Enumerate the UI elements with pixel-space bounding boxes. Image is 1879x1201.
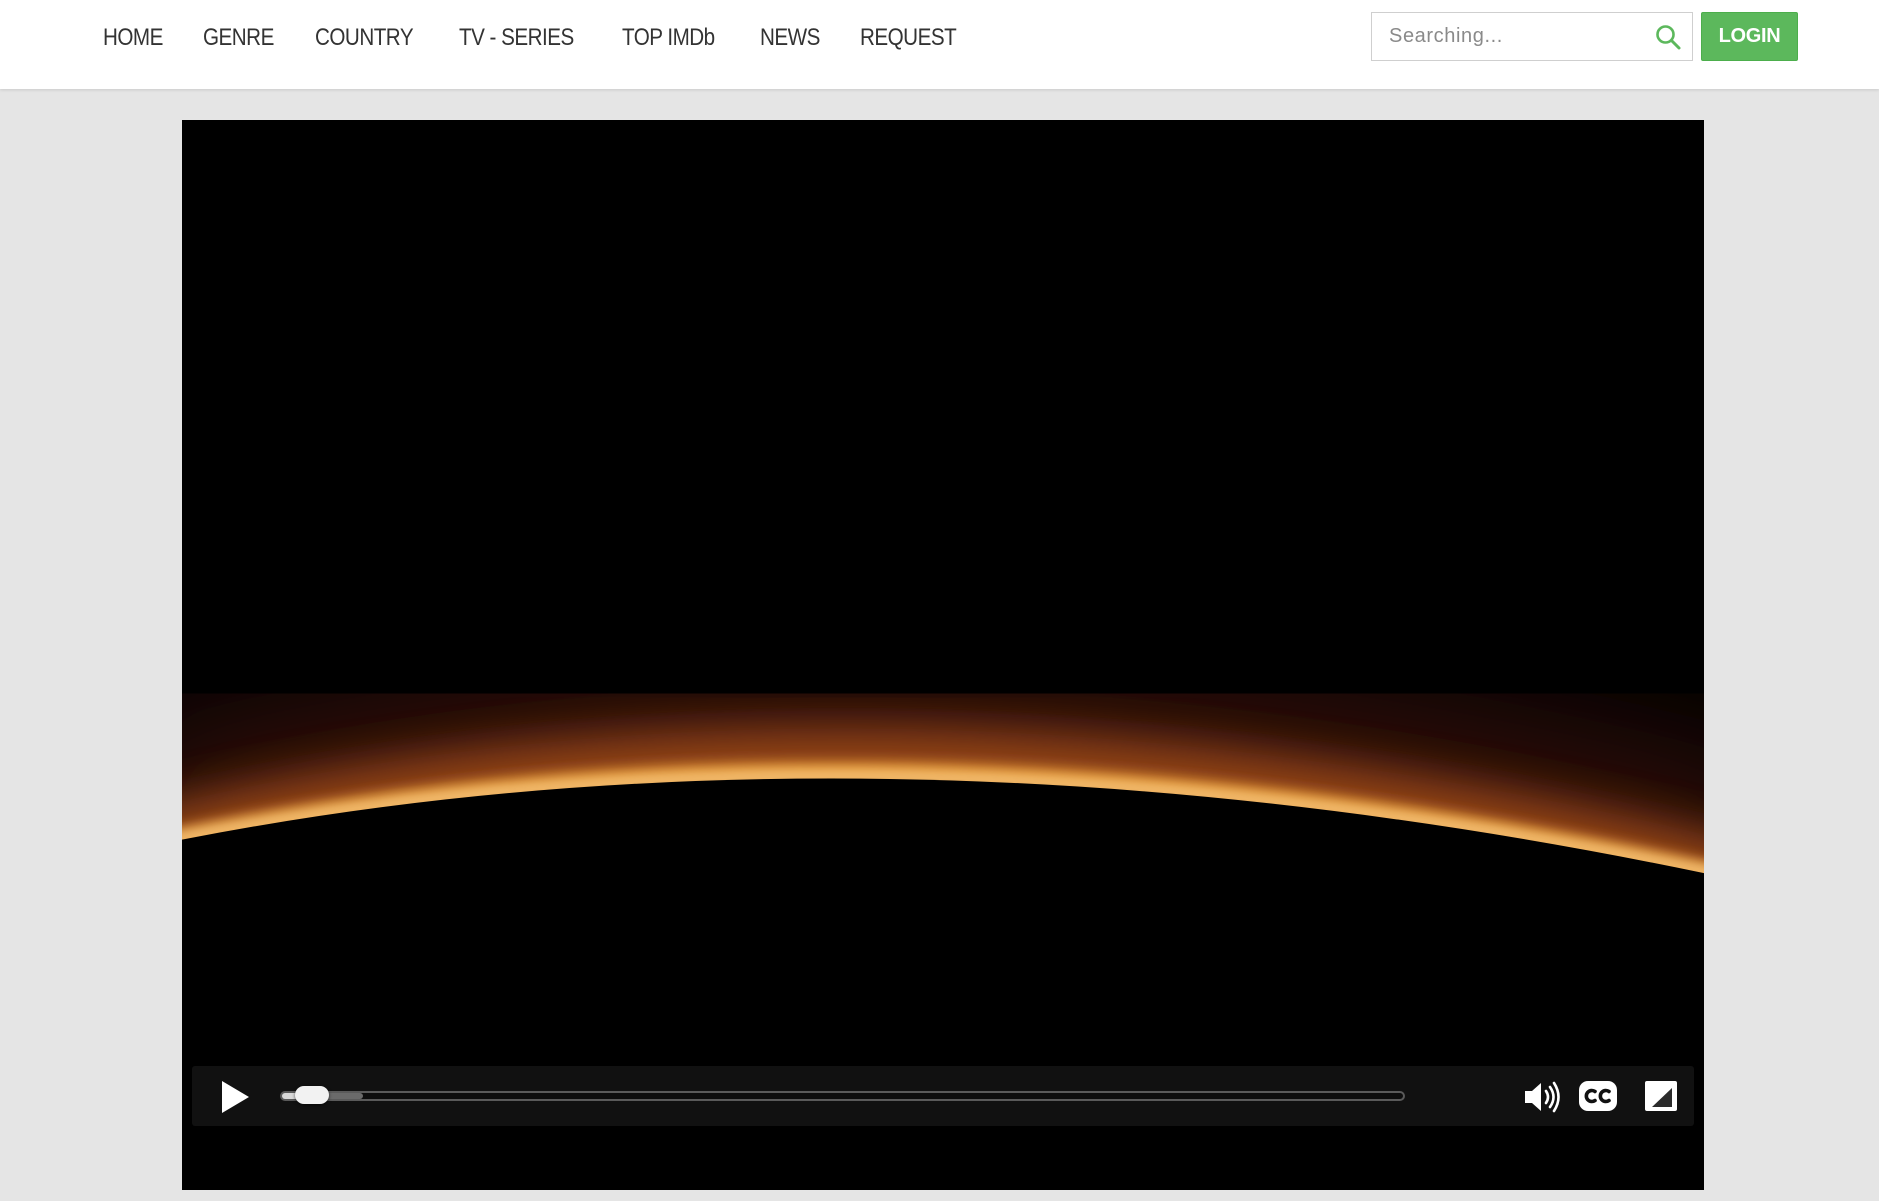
search-icon: [1656, 25, 1681, 50]
closed-captions-icon: [1579, 1081, 1617, 1111]
seek-bar[interactable]: [280, 1086, 1405, 1104]
seek-handle[interactable]: [295, 1086, 330, 1104]
player-control-bar: [192, 1066, 1694, 1126]
volume-icon: [1525, 1081, 1560, 1113]
play-button[interactable]: [216, 1079, 252, 1115]
volume-button[interactable]: [1522, 1080, 1562, 1114]
video-frame[interactable]: [182, 120, 1704, 1190]
fullscreen-button[interactable]: [1644, 1080, 1678, 1112]
search-box: [1371, 12, 1693, 61]
site-header: HOME GENRE COUNTRY TV - SERIES TOP IMDb …: [0, 0, 1879, 89]
search-input[interactable]: [1372, 13, 1642, 60]
fullscreen-icon: [1645, 1081, 1677, 1111]
nav-item-request[interactable]: REQUEST: [860, 24, 957, 52]
closed-captions-button[interactable]: [1578, 1079, 1618, 1113]
video-player[interactable]: [182, 120, 1704, 1190]
search-button[interactable]: [1654, 23, 1682, 51]
main-nav: HOME GENRE COUNTRY TV - SERIES TOP IMDb …: [103, 0, 1002, 76]
nav-item-genre[interactable]: GENRE: [203, 24, 274, 52]
nav-item-top-imdb[interactable]: TOP IMDb: [622, 24, 715, 52]
nav-item-country[interactable]: COUNTRY: [315, 24, 414, 52]
play-icon: [222, 1081, 249, 1113]
nav-item-news[interactable]: NEWS: [760, 24, 820, 52]
nav-item-tv-series[interactable]: TV - SERIES: [459, 24, 574, 52]
login-button[interactable]: LOGIN: [1701, 12, 1798, 61]
nav-item-home[interactable]: HOME: [103, 24, 163, 52]
